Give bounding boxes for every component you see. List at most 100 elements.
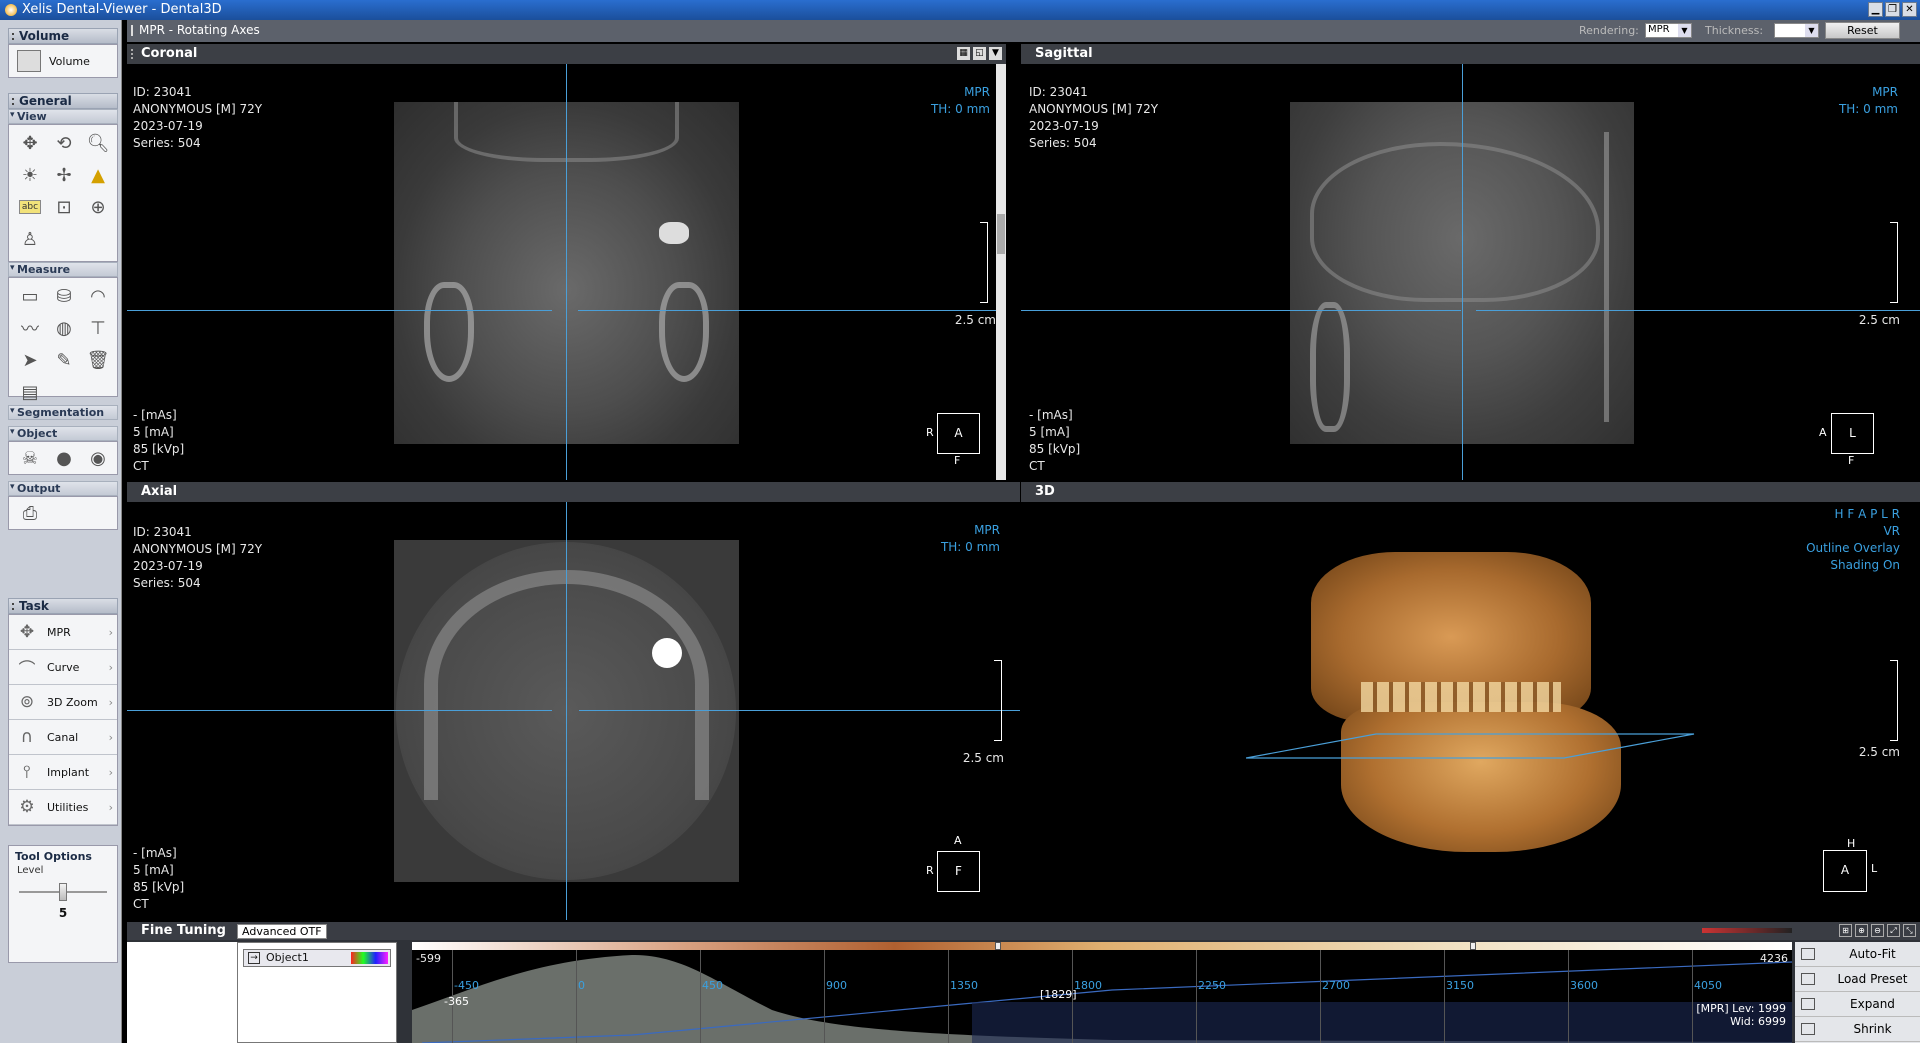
pan-icon[interactable]: ✥ [15, 129, 45, 157]
collapse-icon[interactable]: ⤡ [1903, 924, 1916, 937]
main-header-bar: MPR - Rotating Axes Rendering: MPR ▼ Thi… [127, 20, 1920, 42]
sagittal-orient-left: A [1819, 426, 1827, 439]
rotate-icon[interactable]: ⟲ [49, 129, 79, 157]
level-slider-thumb[interactable] [59, 883, 67, 901]
expand-button[interactable]: Expand [1795, 992, 1920, 1017]
volume-section-header[interactable]: Volume [8, 28, 118, 44]
coronal-acq-info: - [mAs] 5 [mA] 85 [kVp] CT [133, 408, 185, 473]
coronal-viewport[interactable]: Coronal ▦ ◱ ▼ ID: 23041 ANONYMOUS [M] 72Y… [127, 44, 1006, 480]
zoom-icon[interactable]: 🔍︎ [83, 129, 113, 157]
shrink-button[interactable]: Shrink [1795, 1017, 1920, 1042]
color-gradient-swatch[interactable] [351, 952, 388, 964]
sagittal-scale-label: 2.5 cm [1858, 313, 1900, 327]
segmentation-subheader[interactable]: Segmentation [8, 405, 118, 420]
ramp-handle-1[interactable] [995, 942, 1001, 950]
layout-grid-icon[interactable]: ▦ [957, 47, 970, 60]
task-section-header[interactable]: Task [8, 598, 118, 614]
histogram-grid-line [1692, 950, 1693, 1043]
trash-icon[interactable]: 🗑︎ [83, 346, 113, 374]
curve-icon: ⌒ [18, 659, 36, 680]
expand-icon[interactable]: ⤢ [1887, 924, 1900, 937]
mpr-icon: ✥ [19, 622, 35, 642]
restore-button[interactable]: ❐ [1885, 2, 1900, 17]
annotation-text-icon[interactable]: abc [15, 193, 45, 221]
general-section-header[interactable]: General [8, 93, 118, 109]
brightness-icon[interactable]: ☀ [15, 161, 45, 189]
task-canal[interactable]: ∩ Canal [9, 720, 117, 755]
delete-all-icon[interactable]: ▤ [15, 378, 45, 406]
select-pointer-icon[interactable]: ➤ [15, 346, 45, 374]
window-level-readout: [MPR] Lev: 1999 Wid: 6999 [1696, 1002, 1786, 1028]
fan-icon[interactable]: ✢ [49, 161, 79, 189]
warning-icon[interactable]: ▲ [83, 161, 113, 189]
measure-subheader[interactable]: Measure [8, 262, 118, 277]
task-implant[interactable]: ⫯ Implant [9, 755, 117, 790]
sagittal-mode-info: MPR TH: 0 mm [1838, 85, 1898, 116]
coronal-mode-info: MPR TH: 0 mm [930, 85, 990, 116]
task-curve[interactable]: ⌒ Curve [9, 650, 117, 685]
eraser-icon[interactable]: ✎ [49, 346, 79, 374]
object-list[interactable]: → Object1 [237, 942, 397, 1043]
tooth-icon[interactable]: ♙ [15, 225, 45, 253]
task-3d-zoom[interactable]: ⊚ 3D Zoom [9, 685, 117, 720]
task-utilities[interactable]: ⚙ Utilities [9, 790, 117, 825]
histogram-grid-line [576, 950, 577, 1043]
object-list-item[interactable]: → Object1 [243, 949, 391, 967]
minimize-button[interactable]: ▁ [1868, 2, 1883, 17]
rendering-select[interactable]: MPR ▼ [1645, 23, 1692, 38]
menu-down-icon[interactable]: ▼ [989, 47, 1002, 60]
print-icon[interactable]: ⎙ [15, 499, 45, 527]
zoom-out-icon[interactable]: ⊖ [1871, 924, 1884, 937]
coronal-orient-box: A [937, 413, 980, 454]
globe-measure-icon[interactable]: ◍ [49, 314, 79, 342]
axial-viewport[interactable]: Axial ID: 23041 ANONYMOUS [M] 72Y 2023-07-… [127, 482, 1020, 920]
histogram-grid-line [948, 950, 949, 1043]
close-button[interactable]: ✕ [1902, 2, 1917, 17]
crosshair-icon[interactable]: ⊕ [83, 193, 113, 221]
profile-icon[interactable]: 〰 [15, 314, 45, 342]
head-icon[interactable]: ● [49, 444, 79, 472]
reset-button[interactable]: Reset [1825, 22, 1900, 39]
axial-acq-info: - [mAs] 5 [mA] 85 [kVp] CT [133, 846, 185, 911]
3d-viewport[interactable]: 3D H F A P L R VR Outline Overlay Shadin… [1021, 482, 1920, 920]
object-toggle-icon[interactable]: → [248, 952, 260, 964]
maximize-icon[interactable]: ◱ [973, 47, 986, 60]
volume-measure-icon[interactable]: ⛁ [49, 282, 79, 310]
expand-icon [1801, 998, 1815, 1010]
color-ramp[interactable] [412, 942, 1792, 950]
histogram-tick-label: 1350 [950, 979, 978, 992]
3d-view-info: H F A P L R VR Outline Overlay Shading O… [1806, 507, 1900, 572]
ramp-handle-2[interactable] [1470, 942, 1476, 950]
auto-fit-button[interactable]: Auto-Fit [1795, 942, 1920, 967]
advanced-otf-tab[interactable]: Advanced OTF [237, 924, 327, 939]
label-measure-icon[interactable]: ⊤ [83, 314, 113, 342]
face-icon[interactable]: ◉ [83, 444, 113, 472]
volume-button[interactable]: Volume [8, 44, 118, 78]
chevron-down-icon: ▼ [1678, 24, 1691, 37]
zoom-in-icon[interactable]: ⊕ [1855, 924, 1868, 937]
sagittal-viewport[interactable]: Sagittal ID: 23041 ANONYMOUS [M] 72Y 2023-… [1021, 44, 1920, 480]
shrink-icon [1801, 1023, 1815, 1035]
task-mpr[interactable]: ✥ MPR [9, 615, 117, 650]
view-subheader[interactable]: View [8, 109, 118, 124]
mpr-mode-title: MPR - Rotating Axes [131, 23, 260, 37]
object-subheader[interactable]: Object [8, 426, 118, 441]
scroll-thumb[interactable] [997, 214, 1005, 254]
axial-orient-box: F [937, 851, 980, 892]
preset-slider[interactable] [1702, 928, 1792, 933]
title-bar: Xelis Dental-Viewer - Dental3D ▁ ❐ ✕ [0, 0, 1920, 20]
opacity-histogram[interactable]: -450 0 450 900 1350 1800 2250 2700 3150 3600 4050 … [412, 942, 1792, 1043]
skull-icon[interactable]: ☠ [15, 444, 45, 472]
output-subheader[interactable]: Output [8, 481, 118, 496]
coronal-scrollbar[interactable] [996, 64, 1006, 480]
fit-view-icon[interactable]: ⊞ [1839, 924, 1852, 937]
cursor-low-label: -365 [444, 995, 469, 1008]
level-slider[interactable] [19, 880, 107, 904]
ruler-icon[interactable]: ▭ [15, 282, 45, 310]
reset-view-icon[interactable]: ⊡ [49, 193, 79, 221]
sagittal-orient-bottom: F [1848, 454, 1855, 467]
angle-icon[interactable]: ◠ [83, 282, 113, 310]
thickness-select[interactable]: ▼ [1774, 23, 1819, 38]
fine-tuning-left-pane [127, 942, 237, 1043]
load-preset-button[interactable]: Load Preset [1795, 967, 1920, 992]
